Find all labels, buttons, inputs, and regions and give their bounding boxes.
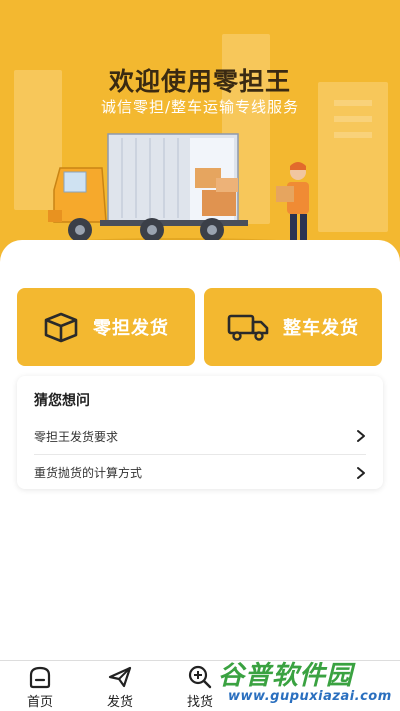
faq-item-text: 零担王发货要求: [34, 429, 119, 444]
faq-card: 猜您想问 零担王发货要求 重货抛货的计算方式: [17, 376, 383, 489]
delivery-truck-illustration: [48, 133, 310, 250]
ltl-shipping-button[interactable]: 零担发货: [17, 288, 195, 366]
hero-subtitle: 诚信零担/整车运输专线服务: [100, 98, 300, 116]
watermark-url: www.gupuxiazai.com: [228, 689, 392, 704]
search-plus-icon: [188, 665, 212, 689]
ltl-shipping-label: 零担发货: [93, 318, 169, 339]
faq-title: 猜您想问: [34, 393, 90, 409]
chevron-right-icon: [357, 466, 365, 479]
ftl-shipping-button[interactable]: 整车发货: [204, 288, 382, 366]
site-watermark: 谷普软件园 www.gupuxiazai.com: [218, 655, 396, 709]
tab-send[interactable]: 发货: [95, 665, 145, 710]
watermark-logo-text: 谷普软件园: [218, 661, 354, 691]
chevron-right-icon: [357, 430, 365, 442]
faq-item[interactable]: 重货抛货的计算方式: [34, 454, 366, 490]
hero-title: 欢迎使用零担王: [108, 67, 291, 96]
faq-item[interactable]: 零担王发货要求: [34, 418, 366, 454]
faq-item-text: 重货抛货的计算方式: [34, 466, 143, 480]
truck-icon: [227, 314, 269, 341]
tab-find-label: 找货: [186, 695, 213, 710]
tab-home[interactable]: 首页: [15, 665, 65, 710]
tab-send-label: 发货: [106, 695, 133, 710]
hero-banner: 欢迎使用零担王 诚信零担/整车运输专线服务: [0, 0, 400, 270]
send-icon: [108, 666, 132, 688]
package-box-icon: [44, 312, 78, 343]
home-icon: [29, 666, 51, 689]
ftl-shipping-label: 整车发货: [283, 318, 359, 339]
tab-home-label: 首页: [26, 695, 53, 710]
